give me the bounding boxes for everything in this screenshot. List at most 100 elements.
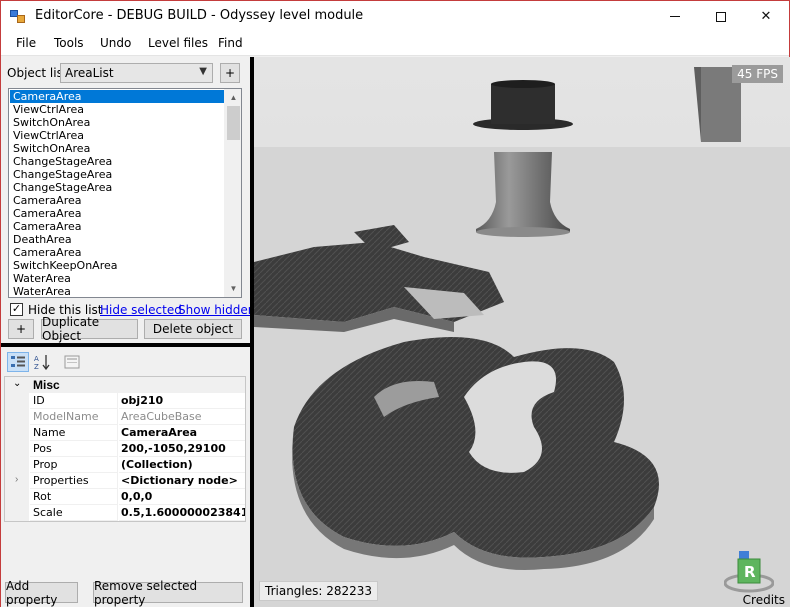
list-item[interactable]: SwitchOnArea (10, 142, 225, 155)
row-gutter: › (5, 473, 29, 489)
level-render (254, 57, 790, 607)
property-name: Name (30, 425, 118, 441)
maximize-button[interactable] (698, 1, 744, 32)
list-item[interactable]: ChangeStageArea (10, 155, 225, 168)
list-item[interactable]: SwitchOnArea (10, 116, 225, 129)
chevron-right-icon[interactable]: › (15, 474, 18, 485)
list-item[interactable]: CameraArea (10, 207, 225, 220)
property-name: Scale (30, 505, 118, 521)
property-value[interactable]: 0,0,0 (119, 489, 245, 505)
menu-undo[interactable]: Undo (100, 36, 131, 50)
property-name: ModelName (30, 409, 118, 425)
property-value[interactable]: 0.5,1.6000000238418 (119, 505, 245, 521)
property-value[interactable]: 200,-1050,29100 (119, 441, 245, 457)
object-list-panel: Object list: AreaList ▼ + CameraArea View… (1, 57, 255, 343)
scroll-down-icon[interactable]: ▼ (225, 280, 241, 297)
property-value[interactable]: AreaCubeBase (119, 409, 245, 425)
3d-viewport[interactable]: 45 FPS Triangles: 282233 R Credits (254, 57, 790, 607)
row-gutter (5, 505, 29, 521)
editor-window: EditorCore - DEBUG BUILD - Odyssey level… (0, 0, 790, 607)
property-toolbar: A Z (4, 349, 247, 375)
property-row[interactable]: ModelName AreaCubeBase (5, 409, 245, 425)
property-grid: ⌄ Misc ID obj210 ModelName AreaCubeBase Name… (4, 376, 246, 522)
categorized-icon[interactable] (7, 352, 29, 372)
property-row[interactable]: Prop (Collection) (5, 457, 245, 473)
property-pages-icon[interactable] (61, 352, 83, 372)
svg-text:A: A (34, 355, 39, 363)
row-gutter (5, 489, 29, 505)
menu-find[interactable]: Find (218, 36, 243, 50)
property-row[interactable]: ID obj210 (5, 393, 245, 409)
add-list-button[interactable]: + (220, 63, 240, 83)
property-value[interactable]: <Dictionary node> (119, 473, 245, 489)
scroll-thumb[interactable] (227, 106, 240, 140)
list-item[interactable]: CameraArea (10, 246, 225, 259)
list-item[interactable]: CameraArea (10, 90, 225, 103)
list-item[interactable]: ViewCtrlArea (10, 103, 225, 116)
category-misc[interactable]: ⌄ Misc (5, 377, 245, 393)
show-hidden-link[interactable]: Show hidden (178, 303, 255, 317)
window-title: EditorCore - DEBUG BUILD - Odyssey level… (35, 8, 364, 23)
sort-alphabetical-icon[interactable]: A Z (31, 352, 53, 372)
object-list-selected: AreaList (65, 66, 114, 80)
close-icon: ✕ (760, 9, 772, 24)
property-value[interactable]: (Collection) (119, 457, 245, 473)
property-row[interactable]: Rot 0,0,0 (5, 489, 245, 505)
menu-file[interactable]: File (16, 36, 36, 50)
checkmark-icon: ✓ (11, 303, 22, 315)
remove-property-button[interactable]: Remove selected property (93, 579, 243, 607)
property-name: Prop (30, 457, 118, 473)
add-object-button[interactable]: + (8, 319, 34, 339)
menu-tools[interactable]: Tools (54, 36, 84, 50)
list-item[interactable]: DeathArea (10, 233, 225, 246)
object-listbox[interactable]: CameraArea ViewCtrlArea SwitchOnArea ViewCt… (8, 88, 242, 298)
category-label: Misc (33, 378, 60, 392)
title-bar: EditorCore - DEBUG BUILD - Odyssey level… (1, 1, 789, 32)
delete-object-button[interactable]: Delete object (144, 319, 242, 339)
property-name: ID (30, 393, 118, 409)
maximize-icon (716, 11, 726, 22)
property-row[interactable]: Name CameraArea (5, 425, 245, 441)
property-value[interactable]: obj210 (119, 393, 245, 409)
property-panel: A Z ⌄ Misc ID obj210 ModelName AreaCubeBase (1, 347, 250, 607)
property-row[interactable]: Scale 0.5,1.6000000238418 (5, 505, 245, 521)
chevron-down-icon: ⌄ (13, 378, 22, 389)
svg-text:Z: Z (34, 363, 39, 370)
property-name: Pos (30, 441, 118, 457)
row-gutter (5, 441, 29, 457)
row-gutter (5, 393, 29, 409)
minimize-button[interactable] (652, 1, 698, 32)
duplicate-object-button[interactable]: Duplicate Object (41, 315, 138, 343)
list-item[interactable]: CameraArea (10, 220, 225, 233)
scroll-up-icon[interactable]: ▲ (225, 89, 241, 106)
property-row[interactable]: Pos 200,-1050,29100 (5, 441, 245, 457)
list-item[interactable]: WaterArea (10, 285, 225, 297)
fps-counter: 45 FPS (732, 65, 783, 83)
menu-level-files[interactable]: Level files (148, 36, 208, 50)
chevron-down-icon: ▼ (199, 66, 207, 77)
triangle-count: Triangles: 282233 (259, 581, 379, 601)
property-name: Rot (30, 489, 118, 505)
list-item[interactable]: WaterArea (10, 272, 225, 285)
menu-bar: File Tools Undo Level files Find (1, 32, 789, 56)
list-item[interactable]: ChangeStageArea (10, 168, 225, 181)
axis-gizmo-icon: R (724, 551, 774, 593)
app-icon (10, 10, 26, 24)
object-list-select[interactable]: AreaList ▼ (60, 63, 213, 83)
list-item[interactable]: ViewCtrlArea (10, 129, 225, 142)
credits-link[interactable]: Credits (743, 593, 785, 607)
list-item[interactable]: SwitchKeepOnArea (10, 259, 225, 272)
close-button[interactable]: ✕ (743, 1, 789, 32)
svg-text:R: R (744, 563, 756, 581)
add-property-button[interactable]: Add property (5, 579, 78, 607)
list-item[interactable]: ChangeStageArea (10, 181, 225, 194)
list-scrollbar[interactable]: ▲ ▼ (224, 89, 241, 297)
property-name: Properties (30, 473, 118, 489)
property-value[interactable]: CameraArea (119, 425, 245, 441)
row-gutter (5, 457, 29, 473)
row-gutter (5, 409, 29, 425)
list-item[interactable]: CameraArea (10, 194, 225, 207)
property-row[interactable]: › Properties <Dictionary node> (5, 473, 245, 489)
hide-list-checkbox[interactable]: ✓ (10, 303, 23, 316)
minimize-icon (670, 16, 680, 17)
